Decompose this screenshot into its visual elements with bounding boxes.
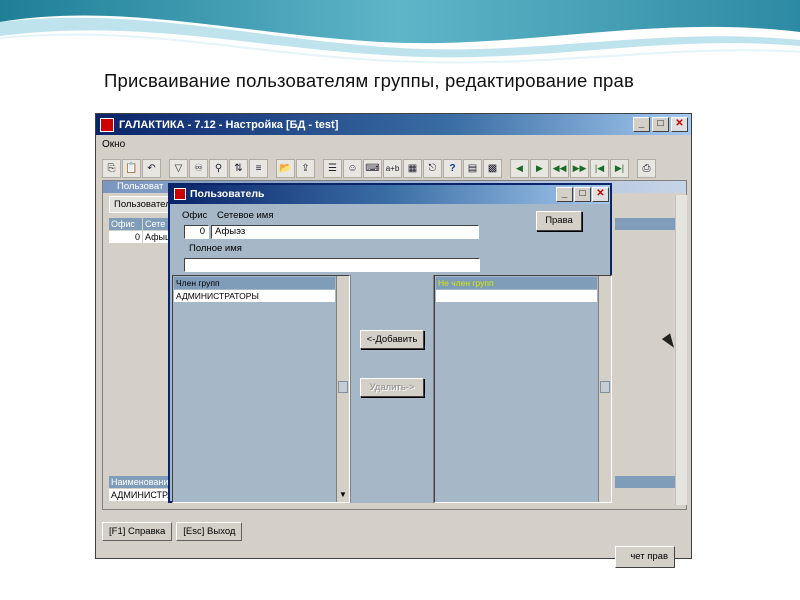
member-list-item[interactable]: АДМИНИСТРАТОРЫ — [174, 290, 335, 302]
rights-button[interactable]: Права — [536, 211, 582, 231]
list-icon[interactable]: ≡ — [249, 158, 268, 178]
slide-title: Присваивание пользователям группы, редак… — [104, 70, 635, 91]
nonmember-list-scrollbar[interactable] — [598, 276, 611, 502]
cell-netname[interactable]: Афыш — [143, 231, 172, 243]
cell-name[interactable]: АДМИНИСТРА — [109, 489, 173, 501]
cell-office[interactable]: 0 — [109, 231, 142, 243]
fullname-field[interactable] — [184, 258, 480, 272]
statusbar: [F1] Справка [Esc] Выход — [98, 519, 689, 543]
find-icon[interactable]: ⚲ — [209, 158, 228, 178]
export-icon[interactable]: ⇪ — [296, 158, 315, 178]
app-titlebar: ГАЛАКТИКА - 7.12 - Настройка [БД - test]… — [96, 114, 691, 135]
nonmember-list-item[interactable] — [436, 290, 597, 302]
user-dialog: Пользователь _ □ ✕ Офис Сетевое имя 0 Аф… — [168, 183, 612, 503]
nonmember-list[interactable]: Не член групп — [434, 275, 612, 503]
users-tab[interactable]: Пользовател — [109, 196, 176, 213]
book-icon[interactable]: ▤ — [463, 158, 482, 178]
add-button[interactable]: <-Добавить — [360, 330, 424, 349]
undo-icon[interactable]: ↶ — [142, 158, 161, 178]
close-button[interactable]: ✕ — [671, 117, 688, 132]
vertical-scrollbar[interactable] — [675, 195, 687, 505]
slide-wave-decoration — [0, 0, 800, 70]
paste-icon[interactable]: 📋 — [122, 158, 141, 178]
menu-item-window[interactable]: Окно — [102, 139, 125, 150]
scroll-down-icon[interactable]: ▼ — [338, 490, 348, 500]
next-page-icon[interactable]: ▶▶ — [570, 158, 589, 178]
rights-count-button[interactable]: чет прав — [615, 546, 675, 568]
binoculars-icon[interactable]: ♾ — [189, 158, 208, 178]
app-logo-icon — [100, 117, 114, 132]
remove-button[interactable]: Удалить-> — [360, 378, 424, 397]
minimize-button[interactable]: _ — [633, 117, 650, 132]
nonmember-list-header: Не член групп — [436, 277, 597, 289]
help-key-button[interactable]: [F1] Справка — [102, 521, 173, 541]
help-icon[interactable]: ? — [443, 158, 462, 178]
exit-key-button[interactable]: [Esc] Выход — [176, 521, 243, 541]
copy-icon[interactable]: ⎘ — [102, 158, 121, 178]
member-list-header: Член групп — [174, 277, 335, 289]
dialog-close-button[interactable]: ✕ — [592, 187, 609, 202]
column-name[interactable]: Наименовани — [109, 476, 169, 488]
first-record-icon[interactable]: |◀ — [590, 158, 609, 178]
netname-field[interactable]: Афыэз — [211, 225, 479, 239]
tree-icon[interactable]: ☰ — [323, 158, 342, 178]
prev-record-icon[interactable]: ◀ — [510, 158, 529, 178]
column-netname[interactable]: Сете — [143, 218, 169, 230]
office-label: Офис — [182, 210, 208, 221]
prev-page-icon[interactable]: ◀◀ — [550, 158, 569, 178]
dialog-maximize-button[interactable]: □ — [574, 187, 591, 202]
sort-icon[interactable]: ⇅ — [229, 158, 248, 178]
menubar: Окно — [96, 136, 691, 153]
print-icon[interactable]: ⎙ — [637, 158, 656, 178]
calculator-icon[interactable]: ▦ — [403, 158, 422, 178]
member-scroll-thumb[interactable] — [338, 381, 348, 393]
nonmember-scroll-thumb[interactable] — [600, 381, 610, 393]
next-record-icon[interactable]: ▶ — [530, 158, 549, 178]
column-office[interactable]: Офис — [109, 218, 142, 230]
dialog-minimize-button[interactable]: _ — [556, 187, 573, 202]
last-record-icon[interactable]: ▶| — [610, 158, 629, 178]
fullname-label: Полное имя — [189, 243, 242, 254]
keyboard-icon[interactable]: ⌨ — [363, 158, 382, 178]
smiley-icon[interactable]: ☺ — [343, 158, 362, 178]
ab-icon[interactable]: a+b — [383, 158, 402, 178]
open-folder-icon[interactable]: 📂 — [276, 158, 295, 178]
member-list[interactable]: Член групп АДМИНИСТРАТОРЫ ▼ — [172, 275, 350, 503]
app-title: ГАЛАКТИКА - 7.12 - Настройка [БД - test] — [119, 118, 339, 131]
exit-door-icon[interactable]: ⎋ — [423, 158, 442, 178]
table-icon[interactable]: ▩ — [483, 158, 502, 178]
column-right — [615, 218, 675, 230]
netname-label: Сетевое имя — [217, 210, 274, 221]
dialog-title: Пользователь — [190, 188, 265, 200]
toolbar: ⎘ 📋 ↶ ▽ ♾ ⚲ ⇅ ≡ 📂 ⇪ ☰ ☺ ⌨ a+b ▦ ⎋ ? ▤ ▩ … — [102, 157, 682, 179]
filter-icon[interactable]: ▽ — [169, 158, 188, 178]
dialog-logo-icon — [174, 188, 186, 200]
office-field[interactable]: 0 — [184, 225, 209, 239]
maximize-button[interactable]: □ — [652, 117, 669, 132]
dialog-titlebar: Пользователь — [170, 185, 610, 204]
member-list-scrollbar[interactable]: ▼ — [336, 276, 349, 502]
column-right-lower — [615, 476, 675, 488]
